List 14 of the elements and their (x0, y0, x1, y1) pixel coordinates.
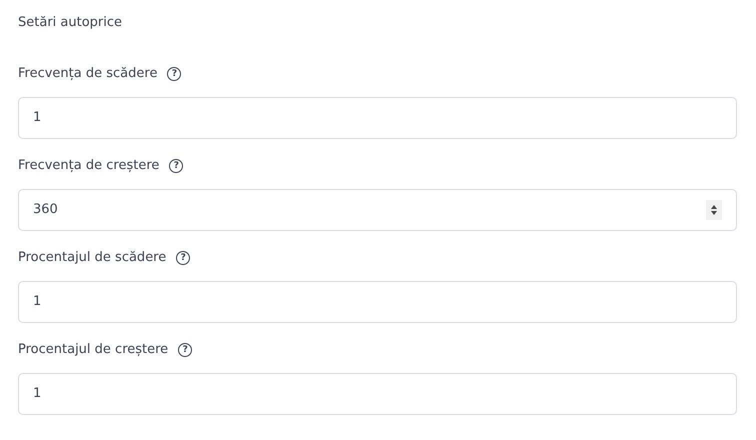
number-input[interactable]: 1 (18, 373, 737, 415)
help-icon[interactable]: ? (176, 251, 190, 265)
field-label: Procentajul de scădere (18, 249, 166, 267)
spinner-icon[interactable] (706, 200, 722, 220)
help-icon[interactable]: ? (178, 343, 192, 357)
field-label: Procentajul de creștere (18, 341, 168, 359)
field-label: Frecvența de creștere (18, 157, 160, 175)
help-icon[interactable]: ? (167, 67, 182, 81)
number-input[interactable]: 1 (18, 97, 737, 139)
number-input[interactable]: 1 (18, 281, 737, 323)
section-title: Setări autoprice (18, 14, 124, 32)
help-icon[interactable]: ? (169, 159, 184, 173)
number-input[interactable]: 360 (18, 189, 737, 231)
field-label: Frecvența de scădere (18, 65, 158, 83)
